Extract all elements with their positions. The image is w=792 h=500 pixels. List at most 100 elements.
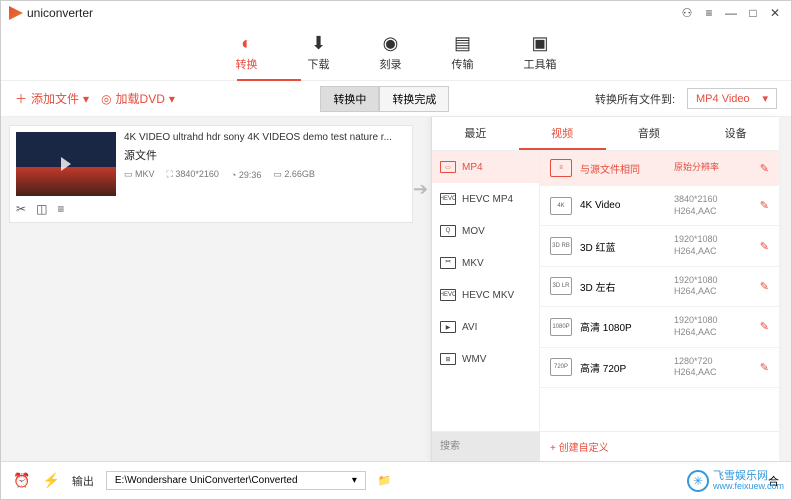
edit-icon[interactable]: ✎	[760, 162, 769, 175]
doc-icon: 3D RB	[550, 237, 572, 255]
chevron-down-icon: ▾	[83, 92, 89, 106]
preset-name: 与源文件相同	[580, 161, 666, 176]
preset-spec: 原始分辨率	[674, 162, 752, 174]
preset-4k[interactable]: 4K 4K Video 3840*2160H264,AAC ✎	[540, 186, 779, 226]
preset-1080p[interactable]: 1080P 高清 1080P 1920*1080H264,AAC ✎	[540, 307, 779, 347]
edit-icon[interactable]: ✎	[760, 280, 769, 293]
panel-tab-device[interactable]: 设备	[692, 117, 779, 150]
format-item-mkv[interactable]: ⎃MKV	[432, 247, 539, 279]
gpu-icon[interactable]: ⚡	[42, 472, 59, 489]
transfer-icon: ▤	[454, 33, 471, 54]
preset-720p[interactable]: 720P 高清 720P 1280*720H264,AAC ✎	[540, 348, 779, 388]
preset-name: 高清 1080P	[580, 319, 666, 334]
container-badge: ▭ MKV	[124, 169, 155, 180]
chevron-down-icon: ▾	[352, 475, 357, 486]
tab-burn[interactable]: ◉ 刻录	[380, 33, 402, 72]
file-card[interactable]: ✂ ◫ ≡ 4K VIDEO ultrahd hdr sony 4K VIDEO…	[9, 125, 413, 223]
format-item-mp4[interactable]: ▭MP4	[432, 151, 539, 183]
app-name: uniconverter	[27, 6, 93, 20]
watermark: 飞雪娱乐网 www.feixuew.com	[687, 470, 784, 492]
clock-icon[interactable]: ⏰	[13, 472, 30, 489]
tab-toolbox-label: 工具箱	[524, 56, 557, 72]
format-item-wmv[interactable]: ⊞WMV	[432, 343, 539, 375]
minimize-button[interactable]: —	[723, 6, 739, 20]
add-file-button[interactable]: ＋ 添加文件 ▾	[15, 90, 89, 107]
doc-icon: ≡	[550, 159, 572, 177]
toolbox-icon: ▣	[531, 33, 548, 54]
size-value: ▭ 2.66GB	[273, 169, 315, 180]
source-file-label: 源文件	[124, 147, 406, 163]
convert-all-label: 转换所有文件到:	[595, 91, 675, 107]
download-icon: ⬇	[311, 33, 326, 54]
chevron-down-icon: ▾	[169, 92, 175, 106]
user-icon[interactable]: ⚇	[679, 6, 695, 20]
file-list: ✂ ◫ ≡ 4K VIDEO ultrahd hdr sony 4K VIDEO…	[1, 117, 421, 461]
panel-tab-audio[interactable]: 音频	[606, 117, 693, 150]
doc-icon: 3D LR	[550, 277, 572, 295]
video-thumbnail[interactable]	[16, 132, 116, 196]
output-label: 输出	[72, 473, 94, 489]
load-dvd-button[interactable]: ◎ 加载DVD ▾	[101, 90, 175, 107]
film-icon: Q	[440, 225, 456, 237]
doc-icon: 1080P	[550, 318, 572, 336]
edit-icon[interactable]: ✎	[760, 320, 769, 333]
preset-3d-rb[interactable]: 3D RB 3D 红蓝 1920*1080H264,AAC ✎	[540, 226, 779, 266]
duration-value: ◔ 29:36	[231, 170, 261, 180]
watermark-icon	[687, 470, 709, 492]
panel-tab-video[interactable]: 视频	[519, 117, 606, 150]
edit-icon[interactable]: ✎	[760, 361, 769, 374]
film-icon: HEVC	[440, 289, 456, 301]
crop-icon[interactable]: ◫	[36, 202, 47, 216]
format-item-hevcmkv[interactable]: HEVCHEVC MKV	[432, 279, 539, 311]
tab-burn-label: 刻录	[380, 56, 402, 72]
format-list: ▭MP4 HEVCHEVC MP4 QMOV ⎃MKV HEVCHEVC MKV…	[432, 151, 540, 431]
edit-icon[interactable]: ✎	[760, 199, 769, 212]
settings-icon[interactable]: ≡	[57, 202, 64, 216]
convert-icon: ◐	[241, 33, 252, 54]
format-item-mov[interactable]: QMOV	[432, 215, 539, 247]
edit-icon[interactable]: ✎	[760, 240, 769, 253]
preset-same-as-source[interactable]: ≡ 与源文件相同 原始分辨率 ✎	[540, 151, 779, 186]
load-dvd-label: 加载DVD	[116, 90, 165, 107]
preset-spec: 3840*2160H264,AAC	[674, 194, 752, 217]
tab-convert[interactable]: ◐ 转换	[236, 33, 258, 72]
logo-icon	[9, 6, 23, 20]
format-item-avi[interactable]: ▶AVI	[432, 311, 539, 343]
close-button[interactable]: ✕	[767, 6, 783, 20]
tab-transfer-label: 传输	[452, 56, 474, 72]
tab-toolbox[interactable]: ▣ 工具箱	[524, 33, 557, 72]
doc-icon: 4K	[550, 197, 572, 215]
seg-done[interactable]: 转换完成	[379, 86, 449, 112]
cut-icon[interactable]: ✂	[16, 202, 26, 216]
search-input[interactable]: 搜索	[432, 432, 540, 461]
menu-icon[interactable]: ≡	[701, 6, 717, 20]
seg-converting[interactable]: 转换中	[320, 86, 379, 112]
film-icon: ▶	[440, 321, 456, 333]
disc-icon: ◎	[101, 92, 111, 106]
preset-name: 4K Video	[580, 200, 666, 211]
arrow-icon: ➔	[413, 179, 428, 200]
watermark-url: www.feixuew.com	[713, 482, 784, 492]
output-path-select[interactable]: E:\Wondershare UniConverter\Converted ▾	[106, 471, 366, 490]
open-folder-button[interactable]: 📁	[378, 474, 392, 487]
format-select[interactable]: MP4 Video ▾	[687, 88, 777, 109]
panel-tab-recent[interactable]: 最近	[432, 117, 519, 150]
preset-spec: 1920*1080H264,AAC	[674, 234, 752, 257]
file-title: 4K VIDEO ultrahd hdr sony 4K VIDEOS demo…	[124, 132, 404, 143]
preset-name: 3D 左右	[580, 279, 666, 294]
format-item-hevcmp4[interactable]: HEVCHEVC MP4	[432, 183, 539, 215]
format-select-value: MP4 Video	[696, 93, 750, 105]
tab-download-label: 下载	[308, 56, 330, 72]
create-custom-button[interactable]: + 创建自定义	[540, 439, 779, 454]
tab-download[interactable]: ⬇ 下载	[308, 33, 330, 72]
maximize-button[interactable]: □	[745, 6, 761, 20]
tab-transfer[interactable]: ▤ 传输	[452, 33, 474, 72]
chevron-down-icon: ▾	[762, 92, 768, 105]
status-segment: 转换中 转换完成	[320, 86, 449, 112]
preset-3d-lr[interactable]: 3D LR 3D 左右 1920*1080H264,AAC ✎	[540, 267, 779, 307]
resolution-value: ⛶ 3840*2160	[167, 169, 219, 180]
film-icon: ▭	[440, 161, 456, 173]
preset-list: ≡ 与源文件相同 原始分辨率 ✎ 4K 4K Video 3840*2160H2…	[540, 151, 779, 431]
doc-icon: 720P	[550, 358, 572, 376]
burn-icon: ◉	[383, 33, 399, 54]
